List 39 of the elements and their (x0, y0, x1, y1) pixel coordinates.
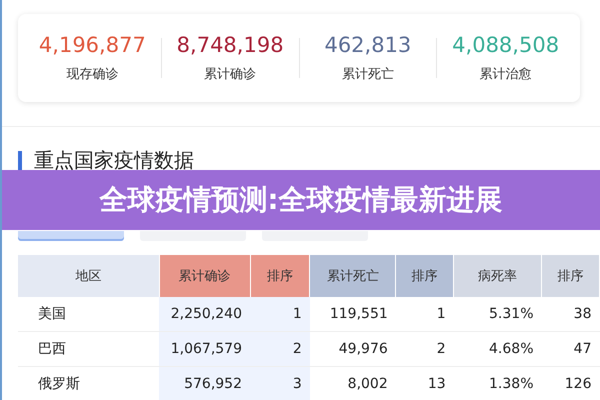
table-cell: 8,002 (310, 366, 396, 400)
table-cell: 4.68% (454, 332, 542, 366)
stat-label: 累计治愈 (480, 66, 532, 83)
table-cell: 119,551 (310, 297, 396, 332)
stat-label: 现存确诊 (66, 66, 118, 83)
table-cell: 2,250,240 (159, 297, 250, 332)
stat-value: 462,813 (324, 33, 412, 57)
table-cell: 巴西 (18, 332, 160, 366)
table-cell: 49,976 (310, 332, 396, 366)
table-cell: 1 (250, 297, 310, 332)
stat-value: 4,196,877 (38, 33, 146, 57)
stat-value: 4,088,508 (452, 33, 560, 57)
table-cell: 美国 (18, 297, 160, 332)
column-header: 排序 (396, 255, 454, 297)
tab[interactable] (262, 231, 368, 241)
table-cell: 3 (250, 366, 310, 400)
table-cell: 俄罗斯 (18, 366, 160, 400)
table-cell: 5.31% (454, 297, 542, 332)
column-header: 累计确诊 (159, 255, 250, 297)
column-header: 累计死亡 (310, 255, 396, 297)
tab[interactable] (140, 231, 246, 241)
table-cell: 47 (542, 332, 600, 366)
table-cell: 1 (396, 297, 454, 332)
table-cell: 2 (250, 332, 310, 366)
tab[interactable] (18, 231, 124, 241)
table-cell: 1,067,579 (159, 332, 250, 366)
section-title: 重点国家疫情数据 (34, 147, 194, 174)
column-header: 排序 (542, 255, 600, 297)
column-header: 排序 (250, 255, 310, 297)
banner-title: 全球疫情预测:全球疫情最新进展 (99, 182, 503, 218)
column-header: 病死率 (454, 255, 542, 297)
stat-value: 8,748,198 (176, 33, 284, 57)
table-cell: 38 (542, 297, 600, 332)
table-cell: 2 (396, 332, 454, 366)
stat-label: 累计确诊 (204, 66, 256, 83)
table-cell: 576,952 (159, 366, 250, 400)
accent-bar (18, 150, 22, 170)
column-header: 地区 (18, 255, 160, 297)
stat-label: 累计死亡 (342, 66, 394, 83)
